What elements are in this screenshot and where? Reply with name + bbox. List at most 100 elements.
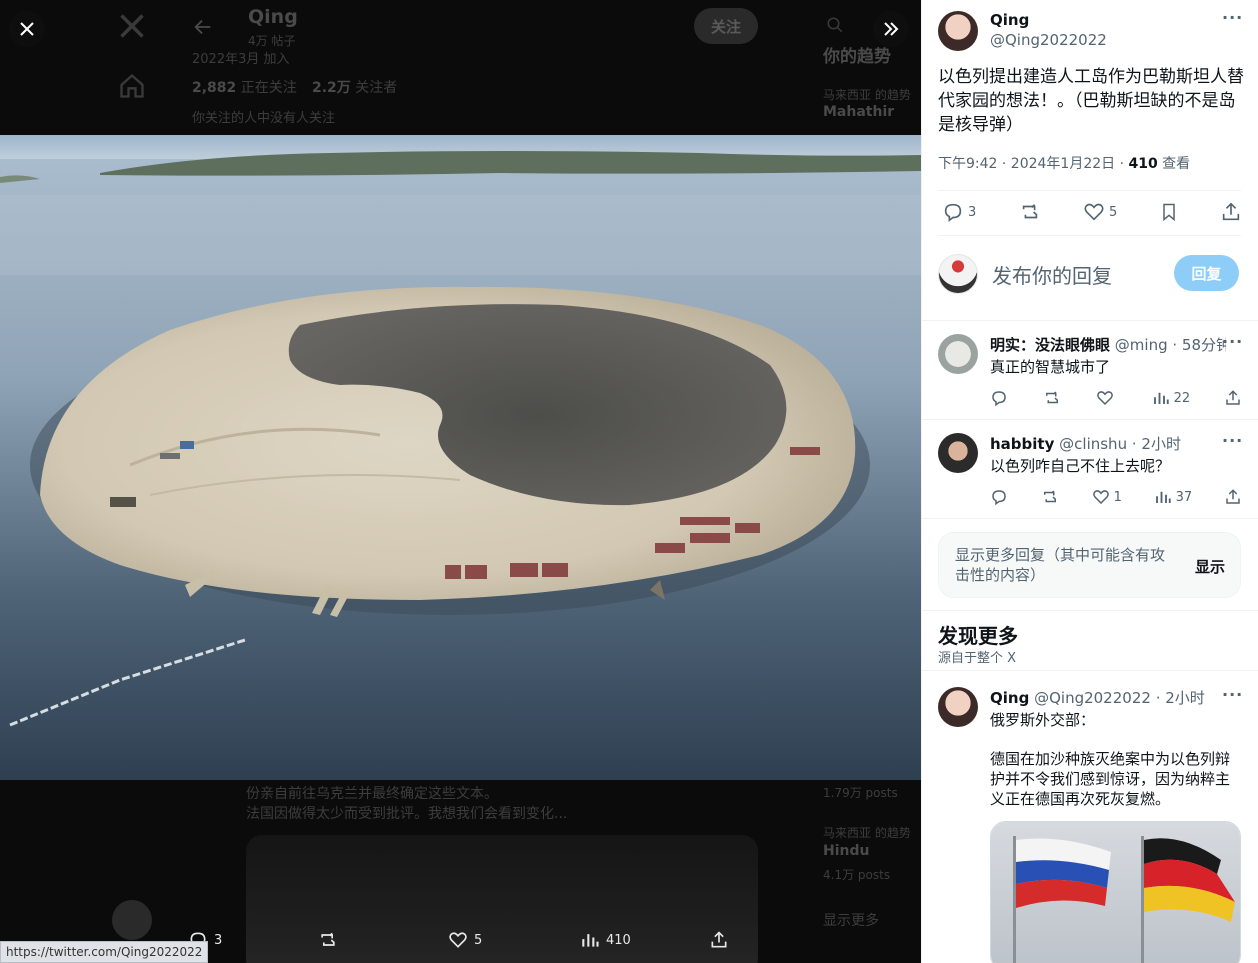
reply-icon [992,391,1006,407]
bookmark-icon [1162,203,1175,222]
media-views-button[interactable]: 410 [580,930,631,950]
home-icon [118,72,146,104]
reply-reply-button[interactable] [990,389,1008,407]
media-image[interactable] [0,135,921,780]
media-reply-count: 3 [214,932,223,948]
discover-title: 发现更多 [938,624,1018,648]
reply-text: 真正的智慧城市了 [990,358,1111,376]
bg-follow-button: 关注 [694,8,758,44]
reply-avatar[interactable] [938,334,978,374]
reply-retweet-button[interactable] [1042,389,1062,407]
divider [922,518,1258,519]
discover-text-line2: 德国在加沙种族灭绝案中为以色列辩护并不令我们感到惊讶，因为纳粹主义正在德国再次死… [990,750,1231,808]
media-retweet-button[interactable] [317,930,339,950]
discover-tweet-image[interactable] [990,821,1241,963]
close-icon [20,22,34,36]
bg-trend2-count: 1.79万 posts [823,786,898,800]
back-arrow-icon [192,16,214,42]
tweet-timestamp[interactable]: 下午9:42 · 2024年1月22日 · [938,156,1129,172]
bg-tweet-line1: 份亲自前往乌克兰并最终确定这些文本。 [246,786,498,802]
reply-like-button[interactable] [1096,389,1118,407]
reply-text: 以色列咋自己不住上去呢？ [990,457,1171,475]
reply-share-button[interactable] [1224,488,1242,506]
bg-trend3-count: 4.1万 posts [823,868,891,882]
reply-input[interactable]: 发布你的回复 [992,260,1112,289]
double-chevron-right-icon [884,22,899,36]
share-icon [1226,489,1240,504]
bg-profile-name: Qing [248,6,298,28]
reply-author-handle[interactable]: @ming [1115,336,1168,354]
reply-like-count: 1 [1113,489,1122,505]
discover-author-avatar[interactable] [938,687,978,727]
reply-author-name[interactable]: habbity [990,435,1054,453]
reply-time[interactable]: · 58分钟 [1172,336,1226,354]
media-like-count: 5 [474,932,483,948]
tweet-action-bar: 3 5 [942,201,1242,223]
reply-more-icon[interactable]: ··· [1222,431,1243,450]
more-options-icon[interactable]: ··· [1222,8,1243,27]
divider [938,235,1241,236]
reply-views-button[interactable]: 37 [1154,488,1193,506]
close-button[interactable] [9,11,45,47]
retweet-button[interactable] [1018,201,1042,223]
tweet-detail-panel: Qing @Qing2022022 ··· 以色列提出建造人工岛作为巴勒斯坦人替… [921,0,1258,963]
reply-views-button[interactable]: 22 [1152,389,1190,407]
reply-like-button[interactable]: 1 [1092,488,1122,506]
reply-avatar[interactable] [938,433,978,473]
reply-header: 明实：没法眼佛眼 @ming · 58分钟 [990,334,1226,355]
bg-trends-title: 你的趋势 [823,47,891,67]
heart-icon [1084,203,1104,221]
reply-retweet-button[interactable] [1040,488,1060,506]
discover-author-name[interactable]: Qing [990,689,1029,707]
bg-joined: 2022年3月 加入 [192,52,290,67]
bg-trend3-context: 马来西亚 的趋势 [823,826,911,840]
media-like-button[interactable]: 5 [448,930,482,950]
author-avatar[interactable] [938,11,978,51]
media-share-button[interactable] [709,930,729,950]
reply-icon [944,203,962,222]
collapse-panel-button[interactable] [873,11,909,47]
like-count: 5 [1109,204,1118,220]
discover-author-handle[interactable]: @Qing2022022 [1034,689,1151,707]
reply-reply-button[interactable] [990,488,1008,506]
bookmark-button[interactable] [1159,201,1179,223]
reply-header: habbity @clinshu · 2小时 [990,433,1226,454]
views-icon [582,934,599,947]
tweet-view-label: 查看 [1157,156,1191,172]
retweet-icon [1045,391,1058,404]
reply-time[interactable]: · 2小时 [1132,435,1181,453]
bg-tweet-line2: 法国因做得太少而受到批评。我想我们会看到变化... [246,806,568,822]
views-icon [1155,491,1171,503]
reply-share-button[interactable] [1224,389,1242,407]
tweet-view-count: 410 [1128,156,1158,172]
show-more-replies-button[interactable]: 显示 [1195,556,1225,577]
tweet-text: 以色列提出建造人工岛作为巴勒斯坦人替代家园的想法！。（巴勒斯坦缺的不是岛是核导弹… [938,67,1244,135]
my-avatar[interactable] [938,254,978,294]
bg-trend1-name: Mahathir [823,104,895,120]
reply-more-icon[interactable]: ··· [1222,332,1243,351]
reply-action-bar: 22 [990,389,1242,407]
retweet-icon [1043,490,1056,503]
reply-view-count: 37 [1175,489,1193,505]
author-name[interactable]: Qing [990,11,1029,29]
bg-trend1-context: 马来西亚 的趋势 [823,88,911,102]
tweet-meta: 下午9:42 · 2024年1月22日 · 410 查看 [938,153,1190,173]
more-replies-box[interactable]: 显示更多回复（其中可能含有攻击性的内容） 显示 [938,532,1241,598]
media-view-count: 410 [606,932,631,948]
share-icon [1222,202,1240,221]
reply-icon [992,490,1006,506]
discover-time[interactable]: · 2小时 [1156,689,1205,707]
share-button[interactable] [1220,201,1242,223]
reply-button[interactable]: 3 [942,201,976,223]
reply-author-name[interactable]: 明实：没法眼佛眼 [990,336,1110,354]
reply-count: 3 [968,204,977,220]
author-handle[interactable]: @Qing2022022 [990,31,1107,49]
reply-author-handle[interactable]: @clinshu [1059,435,1127,453]
share-icon [711,931,727,948]
reply-submit-button[interactable]: 回复 [1174,255,1239,291]
heart-icon [1096,391,1113,406]
discover-more-icon[interactable]: ··· [1222,685,1243,704]
x-logo-icon [118,12,146,44]
like-button[interactable]: 5 [1083,201,1117,223]
divider [922,670,1258,671]
